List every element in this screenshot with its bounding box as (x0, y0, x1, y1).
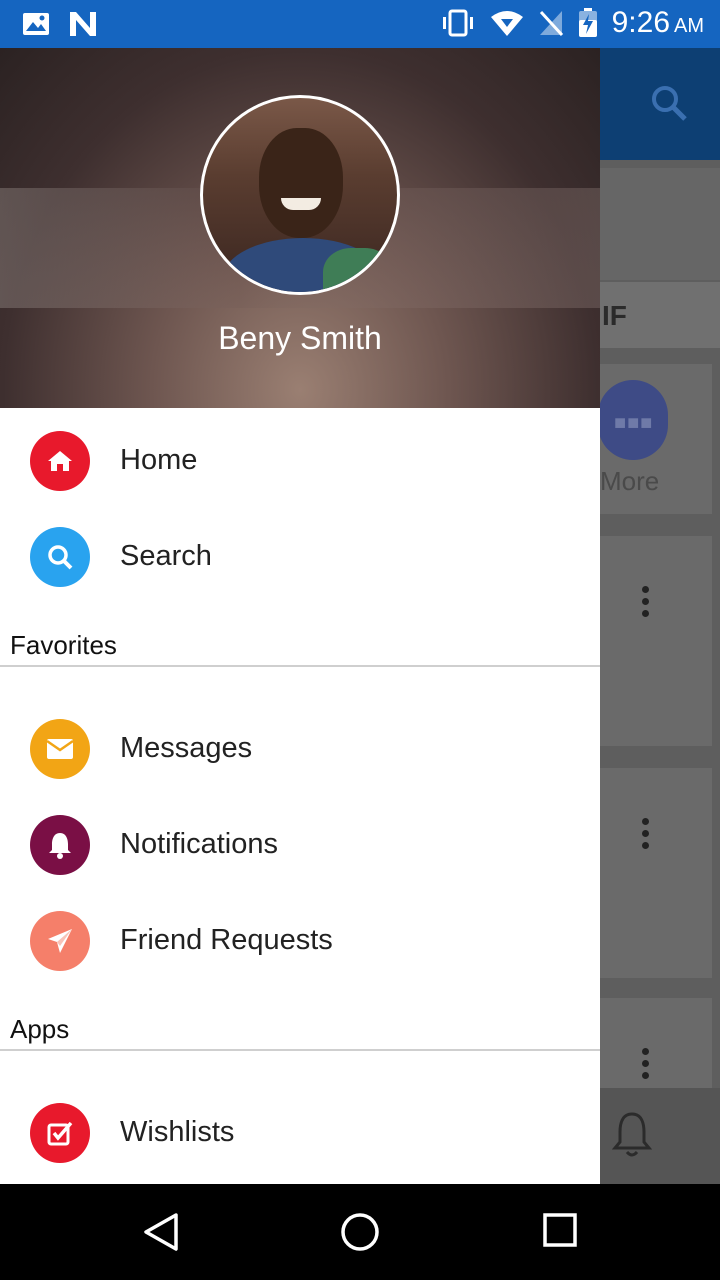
clock: 9:26 AM (611, 6, 704, 39)
background-more-card: ■■■ More (598, 364, 712, 514)
avatar[interactable] (200, 95, 400, 295)
kebab-menu-icon (642, 818, 650, 854)
drawer-item-label: Wishlists (120, 1116, 235, 1148)
drawer-item-label: Messages (120, 732, 253, 764)
search-icon (652, 86, 687, 121)
image-icon (23, 13, 49, 35)
drawer-header: Beny Smith (0, 48, 600, 408)
drawer-item-wishlists[interactable]: Wishlists (0, 1085, 600, 1181)
background-card (600, 768, 712, 978)
back-icon[interactable] (142, 1212, 180, 1252)
n-app-icon (70, 12, 96, 36)
divider (0, 665, 600, 667)
background-bottom-nav (600, 1088, 720, 1184)
kebab-menu-icon (642, 1048, 650, 1084)
status-bar: 9:26 AM (0, 0, 720, 48)
bell-icon (612, 1112, 652, 1157)
drawer-item-label: Search (120, 540, 212, 572)
no-sim-icon (539, 10, 563, 37)
checkbox-icon (30, 1103, 90, 1163)
drawer-item-label: Friend Requests (120, 924, 333, 956)
navigation-drawer: Beny Smith Home Search Favorites Message… (0, 48, 600, 1184)
drawer-item-friend-requests[interactable]: Friend Requests (0, 893, 600, 989)
vibrate-icon (442, 9, 473, 37)
section-title-favorites: Favorites (10, 630, 117, 660)
drawer-item-label: Notifications (120, 828, 278, 860)
background-banner (600, 168, 720, 280)
battery-charging-icon (578, 8, 597, 37)
home-icon (30, 431, 90, 491)
recents-icon[interactable] (542, 1212, 578, 1248)
paper-plane-icon (30, 911, 90, 971)
system-nav-bar (0, 1184, 720, 1280)
profile-name: Beny Smith (218, 320, 382, 356)
background-toolbar (600, 48, 720, 160)
background-tab: IF (600, 282, 720, 348)
background-card (600, 536, 712, 746)
background-card (600, 998, 712, 1098)
drawer-item-notifications[interactable]: Notifications (0, 797, 600, 893)
drawer-item-search[interactable]: Search (0, 509, 600, 605)
more-dots-icon: ■■■ (614, 412, 654, 434)
drawer-item-messages[interactable]: Messages (0, 701, 600, 797)
background-app: IF ■■■ More (598, 48, 720, 1184)
drawer-item-label: Home (120, 444, 198, 476)
divider (0, 1049, 600, 1051)
home-circle-icon[interactable] (340, 1212, 380, 1252)
drawer-item-home[interactable]: Home (0, 413, 600, 509)
bell-icon (30, 815, 90, 875)
section-title-apps: Apps (10, 1014, 70, 1044)
search-icon (30, 527, 90, 587)
more-label: More (600, 466, 660, 496)
envelope-icon (30, 719, 90, 779)
kebab-menu-icon (642, 586, 650, 622)
wifi-icon (490, 11, 523, 36)
